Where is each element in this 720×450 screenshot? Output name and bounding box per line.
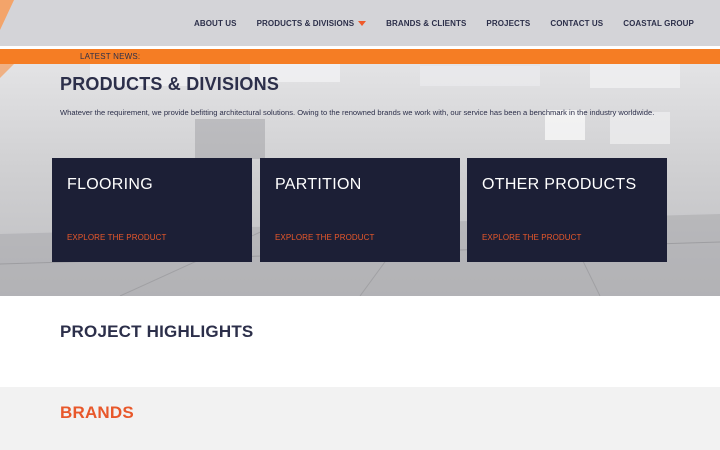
card-title: FLOORING bbox=[67, 176, 153, 193]
nav-label: CONTACT US bbox=[550, 18, 604, 28]
nav-label: BRANDS & CLIENTS bbox=[386, 18, 467, 28]
explore-product-link[interactable]: EXPLORE THE PRODUCT bbox=[482, 233, 582, 242]
products-hero: PRODUCTS & DIVISIONS Whatever the requir… bbox=[0, 64, 720, 296]
caret-down-icon bbox=[358, 20, 367, 26]
nav-item-brands-clients[interactable]: BRANDS & CLIENTS bbox=[386, 19, 466, 28]
section-title-brands: BRANDS bbox=[60, 403, 134, 422]
nav-item-projects[interactable]: PROJECTS bbox=[486, 19, 530, 28]
card-title: OTHER PRODUCTS bbox=[482, 176, 637, 193]
explore-product-link[interactable]: EXPLORE THE PRODUCT bbox=[275, 233, 375, 242]
header-accent-shape bbox=[0, 0, 14, 30]
news-ticker-bar: LATEST NEWS: bbox=[0, 49, 720, 64]
nav-item-contact-us[interactable]: CONTACT US bbox=[550, 19, 603, 28]
nav-item-coastal-group[interactable]: COASTAL GROUP bbox=[623, 19, 694, 28]
product-card-other-products[interactable]: OTHER PRODUCTS EXPLORE THE PRODUCT bbox=[467, 158, 667, 262]
nav-label: COASTAL GROUP bbox=[623, 18, 694, 28]
nav-label: PRODUCTS & DIVISIONS bbox=[256, 18, 355, 28]
latest-news-label: LATEST NEWS: bbox=[80, 52, 141, 61]
main-nav: ABOUT US PRODUCTS & DIVISIONS BRANDS & C… bbox=[174, 0, 694, 46]
site-header: ABOUT US PRODUCTS & DIVISIONS BRANDS & C… bbox=[0, 0, 720, 46]
nav-label: ABOUT US bbox=[193, 18, 237, 28]
product-card-partition[interactable]: PARTITION EXPLORE THE PRODUCT bbox=[260, 158, 460, 262]
nav-item-about-us[interactable]: ABOUT US bbox=[194, 19, 237, 28]
section-title-project-highlights: PROJECT HIGHLIGHTS bbox=[60, 322, 254, 341]
explore-product-link[interactable]: EXPLORE THE PRODUCT bbox=[67, 233, 167, 242]
page-title: PRODUCTS & DIVISIONS bbox=[60, 74, 280, 94]
nav-item-products-divisions[interactable]: PRODUCTS & DIVISIONS bbox=[257, 19, 367, 28]
product-card-flooring[interactable]: FLOORING EXPLORE THE PRODUCT bbox=[52, 158, 252, 262]
card-title: PARTITION bbox=[275, 176, 362, 193]
project-highlights-section: PROJECT HIGHLIGHTS bbox=[0, 296, 720, 387]
nav-label: PROJECTS bbox=[486, 18, 531, 28]
brands-section: BRANDS bbox=[0, 387, 720, 450]
hero-description: Whatever the requirement, we provide bef… bbox=[60, 108, 655, 117]
